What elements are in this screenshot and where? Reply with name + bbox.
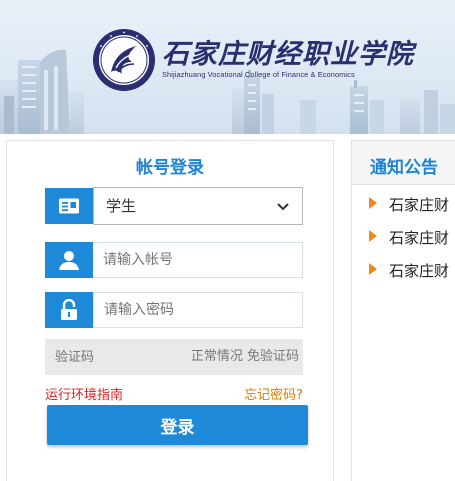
chevron-down-icon	[277, 203, 289, 211]
college-logo-icon	[92, 28, 156, 92]
user-icon	[45, 242, 93, 278]
notice-arrow-icon	[369, 197, 377, 209]
notice-arrow-icon	[369, 230, 377, 242]
notice-panel: 通知公告 石家庄财 石家庄财 石家庄财	[351, 140, 455, 481]
id-card-icon	[45, 188, 93, 224]
password-row	[45, 292, 303, 328]
forgot-password-link[interactable]: 忘记密码?	[244, 384, 303, 403]
header-banner: 石家庄财经职业学院 Shijiazhuang Vocational Colleg…	[0, 0, 455, 134]
notice-item-text: 石家庄财	[389, 229, 450, 247]
captcha-input[interactable]	[45, 339, 165, 375]
role-select-value: 学生	[106, 197, 137, 215]
school-name-english: Shijiazhuang Vocational College of Finan…	[162, 70, 355, 79]
role-select[interactable]: 学生	[93, 187, 303, 225]
role-select-row: 学生	[45, 187, 303, 225]
lock-icon	[45, 292, 93, 328]
notice-item-text: 石家庄财	[389, 196, 450, 214]
login-button[interactable]: 登录	[47, 405, 308, 445]
login-title: 帐号登录	[136, 158, 204, 178]
notice-header: 通知公告	[352, 141, 455, 185]
captcha-status: 正常情况 免验证码	[190, 349, 299, 364]
login-panel: 帐号登录 学生 请输入帐号 验证码 正常情况 免验证码 运行环境指南 忘记密码?…	[6, 140, 334, 481]
captcha-row: 正常情况 免验证码	[45, 339, 303, 375]
notice-arrow-icon	[369, 263, 377, 275]
account-input[interactable]	[93, 242, 303, 278]
school-name: 石家庄财经职业学院	[162, 39, 414, 70]
password-input[interactable]	[93, 292, 303, 328]
notice-item-text: 石家庄财	[389, 262, 450, 280]
notice-title: 通知公告	[370, 158, 438, 178]
account-row	[45, 242, 303, 278]
env-guide-link[interactable]: 运行环境指南	[45, 384, 123, 403]
